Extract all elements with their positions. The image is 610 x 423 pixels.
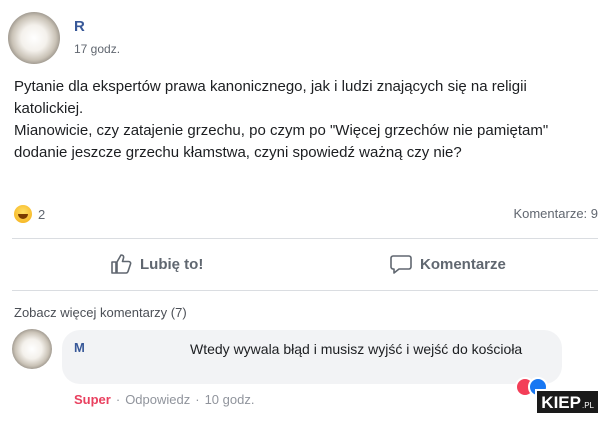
haha-emoji-icon — [14, 205, 32, 223]
like-button[interactable]: Lubię to! — [110, 250, 203, 278]
comment-button[interactable]: Komentarze — [390, 250, 506, 278]
comment-actions: Super · Odpowiedz · 10 godz. — [74, 392, 254, 407]
reaction-summary[interactable]: 2 — [14, 205, 45, 223]
post-body-line: Mianowicie, czy zatajenie grzechu, po cz… — [14, 122, 549, 161]
like-label: Lubię to! — [140, 255, 204, 273]
reply-button[interactable]: Odpowiedz — [125, 392, 190, 407]
comments-section: Zobacz więcej komentarzy (7) M Wtedy wyw… — [0, 297, 610, 423]
super-reaction-button[interactable]: Super — [74, 392, 111, 407]
comment-text: Wtedy wywala błąd i musisz wyjść i wejść… — [190, 341, 523, 357]
post-author[interactable]: R — [74, 18, 85, 35]
speech-bubble-icon — [390, 255, 412, 274]
post-timestamp[interactable]: 17 godz. — [74, 42, 120, 56]
separator-dot: · — [195, 392, 200, 407]
divider — [12, 238, 598, 239]
comment-bubble: M Wtedy wywala błąd i musisz wyjść i wej… — [62, 330, 562, 384]
comment-label: Komentarze — [420, 255, 506, 273]
comment-avatar[interactable] — [12, 329, 52, 369]
kiep-watermark-logo: KIEP .PL — [535, 389, 600, 415]
comment-timestamp[interactable]: 10 godz. — [205, 392, 255, 407]
more-comments-link[interactable]: Zobacz więcej komentarzy (7) — [14, 305, 187, 320]
reaction-count: 2 — [38, 206, 46, 222]
comment-count-link[interactable]: Komentarze: 9 — [513, 206, 598, 221]
thumbs-up-icon — [111, 254, 132, 274]
watermark-suffix: .PL — [581, 401, 594, 410]
watermark-main: KIEP — [541, 393, 581, 412]
post-body: Pytanie dla ekspertów prawa kanonicznego… — [14, 76, 594, 164]
post-body-line: Pytanie dla ekspertów prawa kanonicznego… — [14, 78, 527, 117]
separator-dot: · — [115, 392, 121, 407]
divider — [12, 290, 598, 291]
post-avatar[interactable] — [8, 12, 60, 64]
